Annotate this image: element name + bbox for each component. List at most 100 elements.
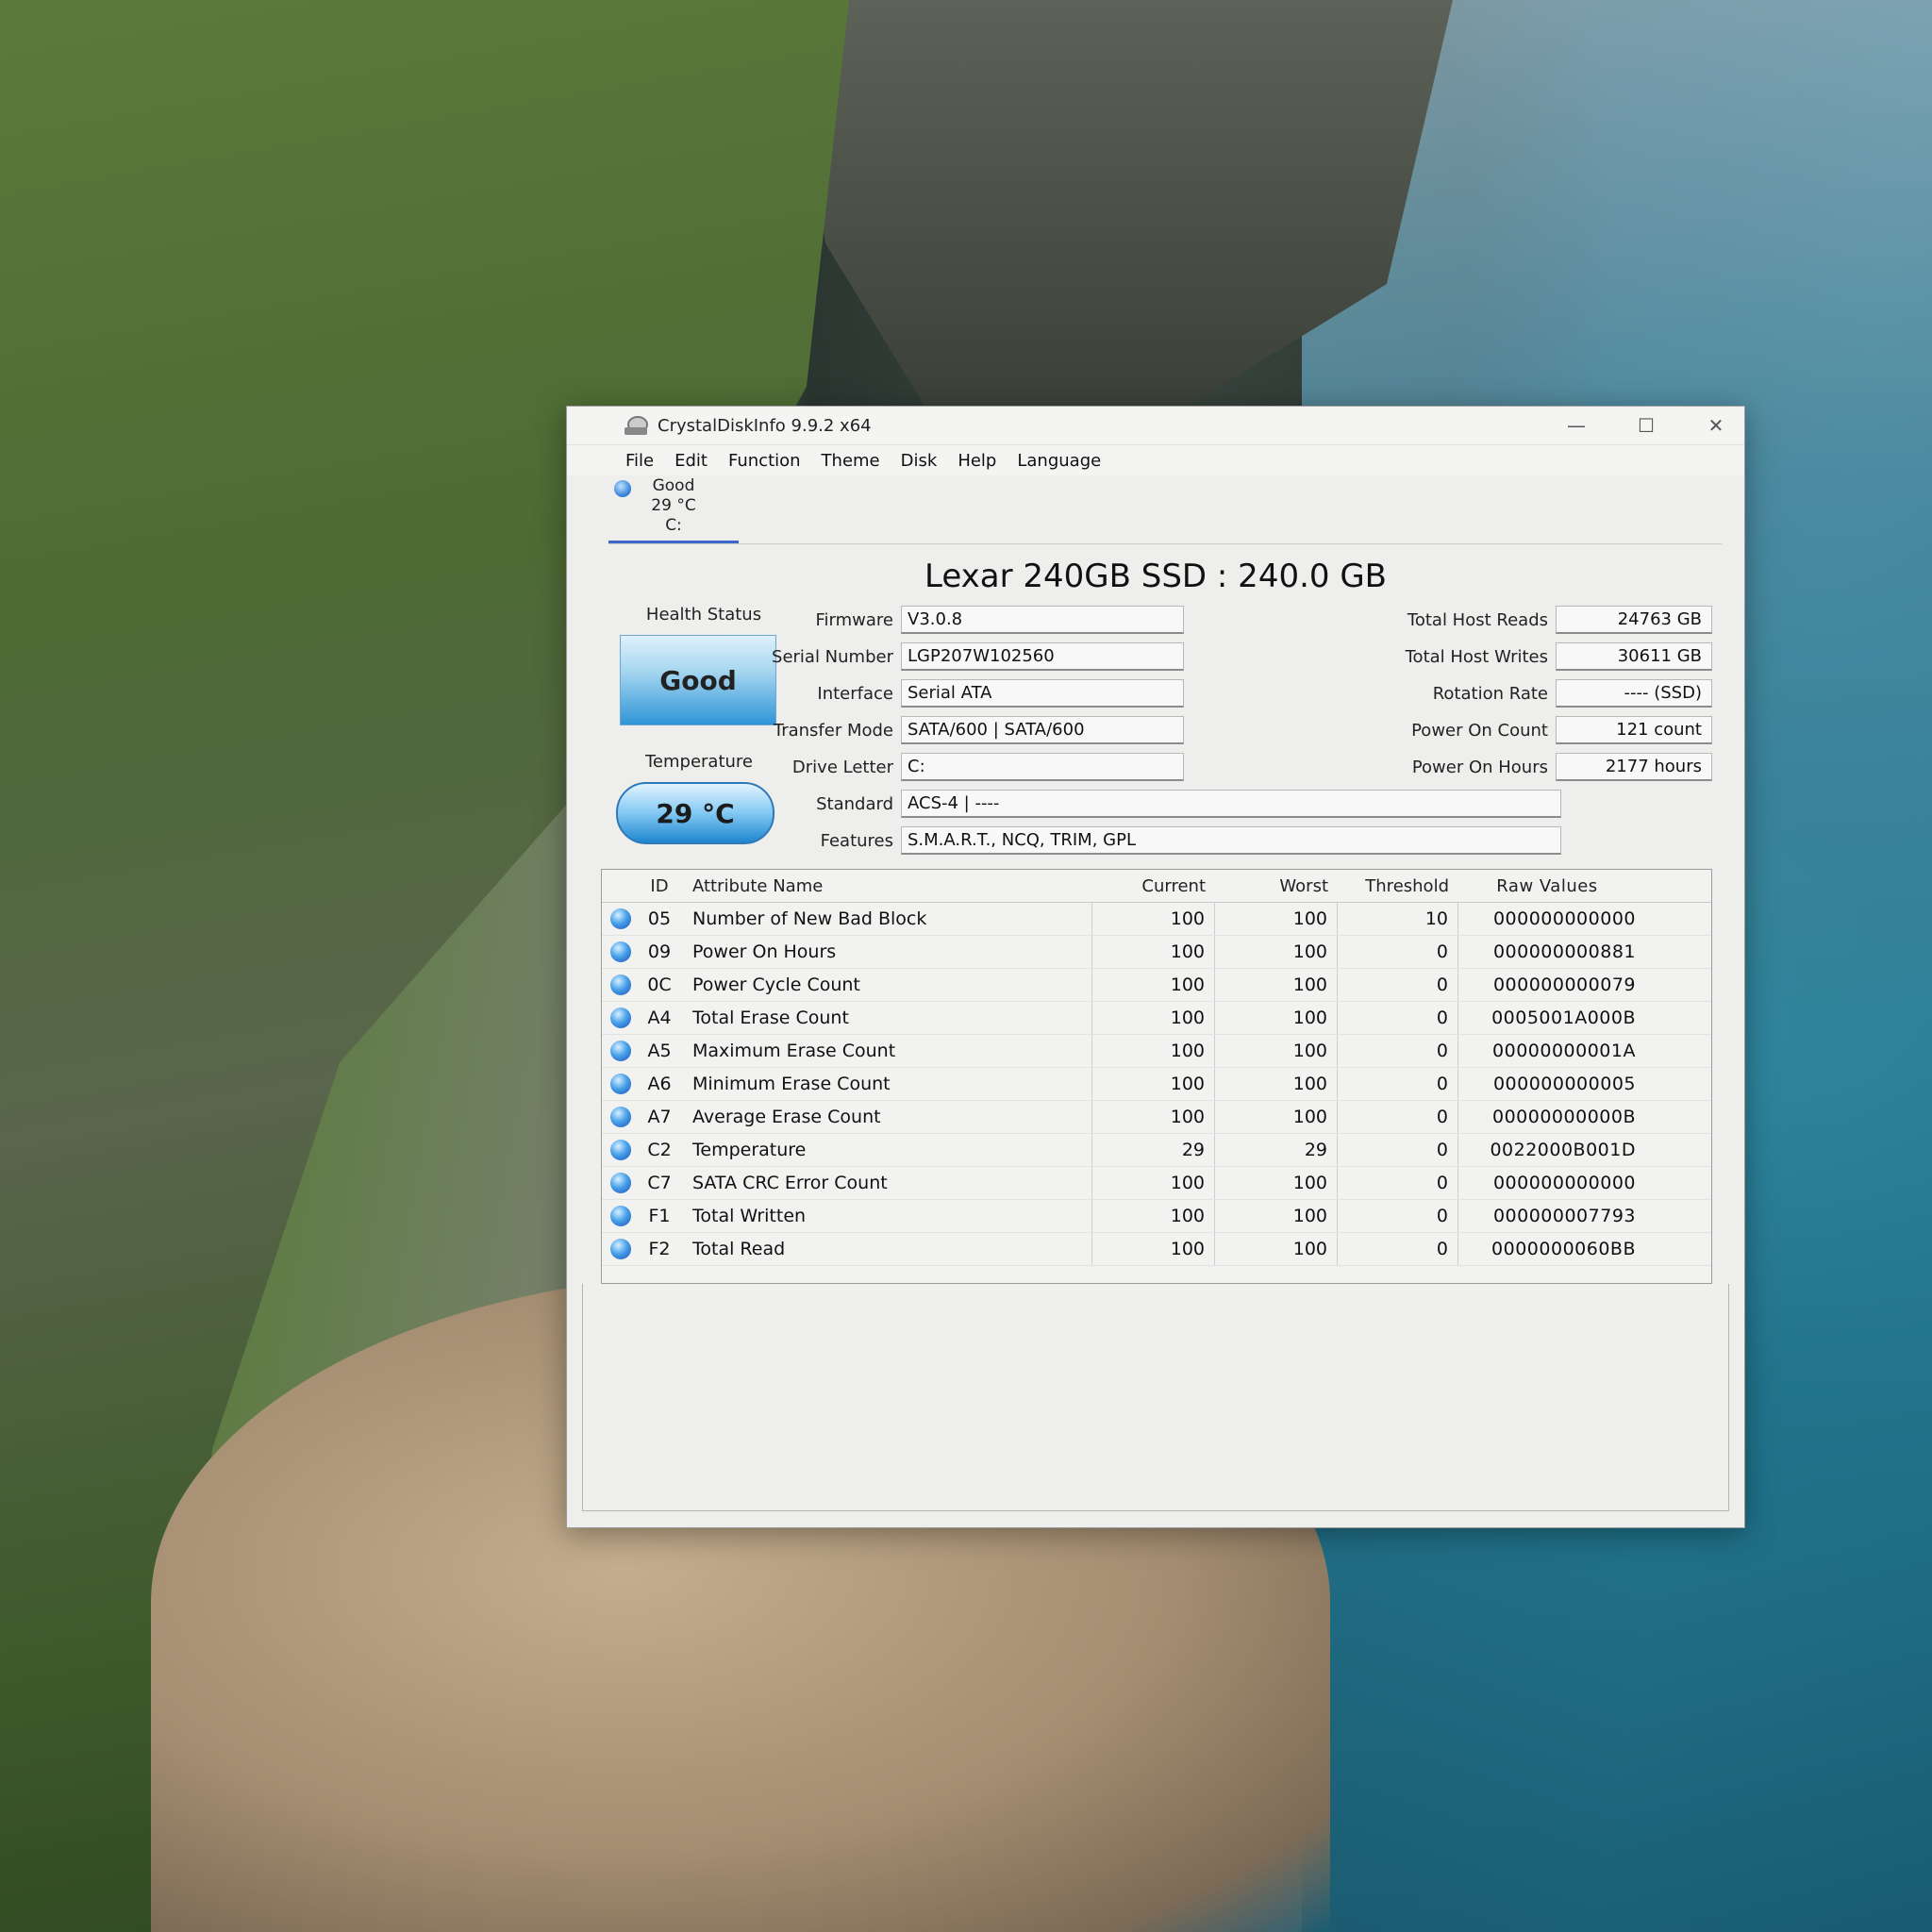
status-dot-icon: [610, 1206, 631, 1226]
status-dot-icon: [610, 1107, 631, 1127]
row-current: 100: [1092, 936, 1215, 968]
disk-tab-c[interactable]: Good 29 °C C:: [608, 476, 739, 543]
row-threshold: 10: [1338, 903, 1458, 935]
firmware-value: V3.0.8: [901, 606, 1184, 634]
power-on-count-label: Power On Count: [1411, 720, 1548, 741]
row-attribute-name: Number of New Bad Block: [679, 903, 1092, 935]
drive-letter-value: C:: [901, 753, 1184, 781]
row-current: 100: [1092, 1002, 1215, 1034]
row-worst: 100: [1215, 903, 1338, 935]
menu-edit[interactable]: Edit: [675, 451, 708, 471]
serial-number-value: LGP207W102560: [901, 642, 1184, 671]
header-id[interactable]: ID: [640, 876, 679, 896]
row-raw-value: 0000000060BB: [1491, 1239, 1636, 1259]
features-row: Features S.M.A.R.T., NCQ, TRIM, GPL: [742, 825, 1561, 856]
row-id: A5: [647, 1041, 672, 1061]
row-id: A7: [647, 1107, 672, 1127]
row-id: F1: [648, 1206, 671, 1226]
table-row[interactable]: 0C Power Cycle Count 100 100 0 000000000…: [602, 969, 1711, 1002]
status-dot-icon: [610, 1239, 631, 1259]
row-id: A6: [647, 1074, 672, 1094]
row-raw-value: 000000000005: [1492, 1074, 1636, 1094]
title-bar[interactable]: CrystalDiskInfo 9.9.2 x64 — ☐ ✕: [567, 407, 1744, 445]
row-attribute-name: Total Erase Count: [679, 1002, 1092, 1034]
row-worst: 100: [1215, 1068, 1338, 1100]
interface-row: Interface Serial ATA: [742, 678, 1184, 708]
blank-panel: [582, 1284, 1729, 1511]
row-attribute-name: SATA CRC Error Count: [679, 1167, 1092, 1199]
table-row[interactable]: A5 Maximum Erase Count 100 100 0 0000000…: [602, 1035, 1711, 1068]
menu-disk[interactable]: Disk: [901, 451, 938, 471]
row-worst: 100: [1215, 969, 1338, 1001]
row-current: 100: [1092, 1035, 1215, 1067]
row-raw-value: 00000000001A: [1492, 1041, 1636, 1061]
table-row[interactable]: C2 Temperature 29 29 0 0022000B001D: [602, 1134, 1711, 1167]
table-row[interactable]: 05 Number of New Bad Block 100 100 10 00…: [602, 903, 1711, 936]
table-row[interactable]: A7 Average Erase Count 100 100 0 0000000…: [602, 1101, 1711, 1134]
row-current: 100: [1092, 1068, 1215, 1100]
row-threshold: 0: [1338, 1002, 1458, 1034]
drive-letter-row: Drive Letter C:: [742, 752, 1184, 782]
table-row[interactable]: F1 Total Written 100 100 0 000000007793: [602, 1200, 1711, 1233]
features-label: Features: [820, 830, 893, 851]
row-id: C7: [647, 1173, 672, 1193]
table-row[interactable]: 09 Power On Hours 100 100 0 000000000881: [602, 936, 1711, 969]
header-worst[interactable]: Worst: [1215, 870, 1338, 902]
transfer-mode-label: Transfer Mode: [773, 720, 893, 741]
transfer-mode-value: SATA/600 | SATA/600: [901, 716, 1184, 744]
row-current: 100: [1092, 969, 1215, 1001]
crystaldiskinfo-window: CrystalDiskInfo 9.9.2 x64 — ☐ ✕ File Edi…: [566, 406, 1745, 1528]
header-threshold[interactable]: Threshold: [1338, 870, 1458, 902]
rotation-rate-label: Rotation Rate: [1432, 683, 1548, 704]
row-worst: 100: [1215, 936, 1338, 968]
row-id: 0C: [647, 974, 672, 995]
power-on-count-value: 121 count: [1556, 716, 1712, 744]
header-raw-values[interactable]: Raw Values: [1458, 870, 1647, 902]
status-dot-icon: [610, 1140, 631, 1160]
header-current[interactable]: Current: [1092, 870, 1215, 902]
header-attribute-name[interactable]: Attribute Name: [679, 870, 1092, 902]
row-threshold: 0: [1338, 936, 1458, 968]
interface-label: Interface: [817, 683, 893, 704]
menu-theme[interactable]: Theme: [822, 451, 880, 471]
row-raw-value: 0005001A000B: [1491, 1008, 1636, 1028]
row-threshold: 0: [1338, 1233, 1458, 1265]
features-value: S.M.A.R.T., NCQ, TRIM, GPL: [901, 826, 1561, 855]
menu-language[interactable]: Language: [1017, 451, 1101, 471]
minimize-button[interactable]: —: [1567, 414, 1586, 437]
row-worst: 100: [1215, 1233, 1338, 1265]
menu-help[interactable]: Help: [958, 451, 996, 471]
status-dot-icon: [610, 908, 631, 929]
row-raw-value: 000000000881: [1492, 941, 1636, 962]
table-row[interactable]: C7 SATA CRC Error Count 100 100 0 000000…: [602, 1167, 1711, 1200]
power-on-count-row: Power On Count 121 count: [1388, 715, 1712, 745]
smart-attributes-table[interactable]: ID Attribute Name Current Worst Threshol…: [601, 869, 1712, 1284]
row-attribute-name: Minimum Erase Count: [679, 1068, 1092, 1100]
total-host-writes-row: Total Host Writes 30611 GB: [1388, 641, 1712, 672]
standard-value: ACS-4 | ----: [901, 790, 1561, 818]
power-on-hours-label: Power On Hours: [1411, 757, 1548, 777]
power-on-hours-row: Power On Hours 2177 hours: [1388, 752, 1712, 782]
table-header: ID Attribute Name Current Worst Threshol…: [602, 870, 1711, 903]
power-on-hours-value: 2177 hours: [1556, 753, 1712, 781]
row-attribute-name: Maximum Erase Count: [679, 1035, 1092, 1067]
table-row[interactable]: F2 Total Read 100 100 0 0000000060BB: [602, 1233, 1711, 1266]
row-attribute-name: Total Written: [679, 1200, 1092, 1232]
maximize-button[interactable]: ☐: [1637, 414, 1656, 437]
status-dot-icon: [610, 941, 631, 962]
menu-file[interactable]: File: [625, 451, 654, 471]
row-attribute-name: Temperature: [679, 1134, 1092, 1166]
total-host-reads-row: Total Host Reads 24763 GB: [1388, 605, 1712, 635]
row-id: A4: [647, 1008, 672, 1028]
total-host-writes-label: Total Host Writes: [1405, 646, 1548, 667]
table-row[interactable]: A6 Minimum Erase Count 100 100 0 0000000…: [602, 1068, 1711, 1101]
firmware-label: Firmware: [815, 609, 894, 630]
row-threshold: 0: [1338, 1200, 1458, 1232]
row-worst: 29: [1215, 1134, 1338, 1166]
close-button[interactable]: ✕: [1707, 414, 1725, 437]
rotation-rate-value: ---- (SSD): [1556, 679, 1712, 708]
drive-model-title: Lexar 240GB SSD : 240.0 GB: [924, 558, 1387, 595]
table-row[interactable]: A4 Total Erase Count 100 100 0 0005001A0…: [602, 1002, 1711, 1035]
menu-function[interactable]: Function: [728, 451, 801, 471]
total-host-reads-value: 24763 GB: [1556, 606, 1712, 634]
